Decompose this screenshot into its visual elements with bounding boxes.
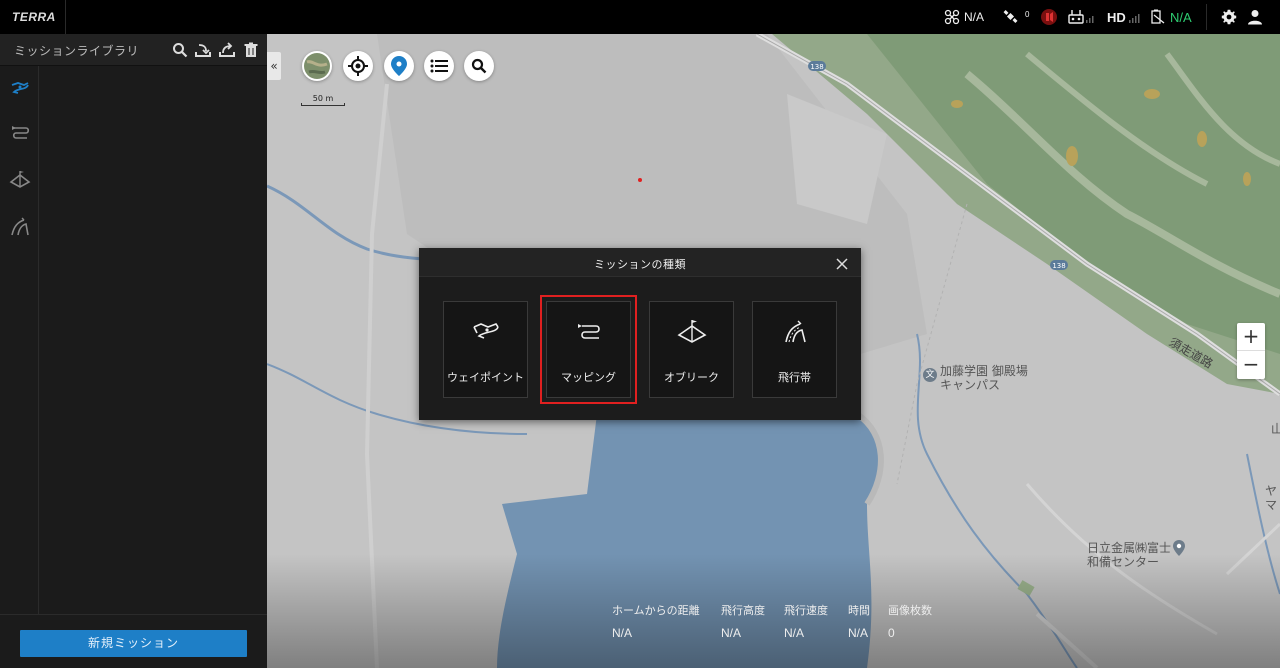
map-scale-label: 50 m	[312, 94, 334, 103]
map-scale: 50 m	[301, 94, 345, 106]
list-button[interactable]	[424, 51, 454, 81]
telemetry-speed: 飛行速度 N/A	[784, 602, 828, 640]
waypoint-icon	[473, 323, 499, 339]
mission-library-title: ミッションライブラリ	[14, 44, 140, 58]
gear-icon[interactable]	[1221, 9, 1237, 25]
satellite-icon	[1003, 10, 1018, 23]
pin-location-button[interactable]	[384, 51, 414, 81]
telemetry-label: 飛行速度	[784, 604, 828, 617]
list-icon	[430, 59, 448, 73]
mission-option-label: オブリーク	[664, 371, 719, 384]
telemetry-value: N/A	[721, 626, 742, 640]
search-icon	[471, 58, 487, 74]
zoom-in-button[interactable]: +	[1237, 323, 1265, 351]
poi-edge-label-1: 山	[1271, 422, 1280, 436]
map-style-button[interactable]	[302, 51, 332, 81]
poi-edge-label-2: ヤマ	[1265, 484, 1278, 512]
poi-campus-label: 加藤学園 御殿場 キャンパス	[940, 364, 1028, 392]
mission-option-label: マッピング	[561, 371, 616, 384]
locate-button[interactable]	[343, 51, 373, 81]
telemetry-home-distance: ホームからの距離 N/A	[612, 602, 700, 640]
user-icon[interactable]	[1247, 9, 1263, 25]
telemetry-label: 時間	[848, 604, 870, 617]
drone-status-value: N/A	[964, 10, 985, 24]
topbar-divider	[1206, 4, 1207, 30]
telemetry-time: 時間 N/A	[848, 602, 870, 640]
gps-status: 0	[1003, 0, 1029, 34]
export-icon[interactable]	[219, 42, 235, 58]
map-scale-bar	[301, 103, 345, 106]
hd-label: HD	[1107, 9, 1126, 25]
top-bar: TERRA N/A 0 HD N/A	[0, 0, 1280, 34]
oblique-mission-icon[interactable]	[8, 168, 32, 192]
app-brand: TERRA	[0, 0, 66, 34]
mission-library-header: ミッションライブラリ	[0, 34, 267, 66]
mission-option-corridor[interactable]: 飛行帯	[752, 301, 837, 398]
mission-option-waypoint[interactable]: ウェイポイント	[443, 301, 528, 398]
waypoint-mission-icon[interactable]	[8, 76, 32, 100]
telemetry-value: N/A	[848, 626, 869, 640]
close-icon[interactable]	[836, 258, 848, 270]
mission-type-dialog-title: ミッションの種類	[594, 258, 686, 271]
mapping-icon	[578, 324, 600, 339]
telemetry-value: N/A	[784, 626, 805, 640]
drone-status: N/A	[944, 0, 984, 34]
mission-library-footer: 新規ミッション	[0, 614, 267, 668]
alert-icon	[1041, 9, 1057, 25]
poi-hitachi-label: 日立金属㈱富士 和備センター	[1087, 541, 1172, 569]
road-badge-138-right: 138	[1052, 262, 1066, 270]
telemetry-value: N/A	[612, 626, 633, 640]
telemetry-altitude: 飛行高度 N/A	[721, 602, 765, 640]
map-search-button[interactable]	[464, 51, 494, 81]
new-mission-button[interactable]: 新規ミッション	[20, 630, 247, 657]
location-pin-icon	[391, 56, 407, 76]
mission-type-rail	[0, 66, 39, 614]
trash-icon[interactable]	[243, 42, 259, 58]
mission-type-dialog: ミッションの種類 ウェイポイント マッピング オブリーク 飛行帯	[419, 248, 861, 420]
remote-controller-icon	[1068, 10, 1094, 24]
map-pin-icon[interactable]	[1173, 540, 1185, 556]
telemetry-value: 0	[888, 626, 895, 640]
satellite-thumbnail-icon	[304, 53, 330, 79]
telemetry-image-count: 画像枚数 0	[888, 602, 932, 640]
mission-option-mapping[interactable]: マッピング	[540, 295, 637, 404]
mapping-mission-icon[interactable]	[8, 122, 32, 146]
oblique-icon	[677, 320, 707, 343]
search-icon[interactable]	[172, 42, 188, 58]
crosshair-icon	[348, 56, 368, 76]
import-icon[interactable]	[195, 42, 211, 58]
mission-type-dialog-header: ミッションの種類	[419, 248, 861, 277]
corridor-icon	[785, 320, 806, 343]
mission-option-label: 飛行帯	[778, 371, 811, 384]
drone-battery-icon	[1151, 9, 1165, 24]
battery-value: N/A	[1170, 9, 1192, 25]
mission-option-label: ウェイポイント	[447, 371, 524, 384]
zoom-control: + −	[1237, 323, 1265, 379]
zoom-out-button[interactable]: −	[1237, 351, 1265, 379]
alert-status	[1040, 0, 1062, 34]
rc-status	[1068, 0, 1100, 34]
hd-status: HD	[1107, 0, 1146, 34]
collapse-sidebar-button[interactable]: «	[267, 52, 281, 80]
corridor-mission-icon[interactable]	[8, 214, 32, 238]
gps-count: 0	[1025, 9, 1030, 19]
flight-telemetry: ホームからの距離 N/A 飛行高度 N/A 飛行速度 N/A 時間 N/A 画像…	[612, 602, 972, 648]
school-poi-icon[interactable]: 文	[923, 368, 937, 382]
telemetry-label: ホームからの距離	[612, 604, 700, 617]
telemetry-label: 飛行高度	[721, 604, 765, 617]
mission-library-panel: ミッションライブラリ 新規ミッション	[0, 34, 267, 668]
mission-option-oblique[interactable]: オブリーク	[649, 301, 734, 398]
battery-status: N/A	[1150, 0, 1192, 34]
hd-signal-icon	[1128, 14, 1140, 23]
drone-icon	[944, 9, 960, 25]
telemetry-label: 画像枚数	[888, 604, 932, 617]
road-badge-138-top: 138	[810, 63, 824, 71]
